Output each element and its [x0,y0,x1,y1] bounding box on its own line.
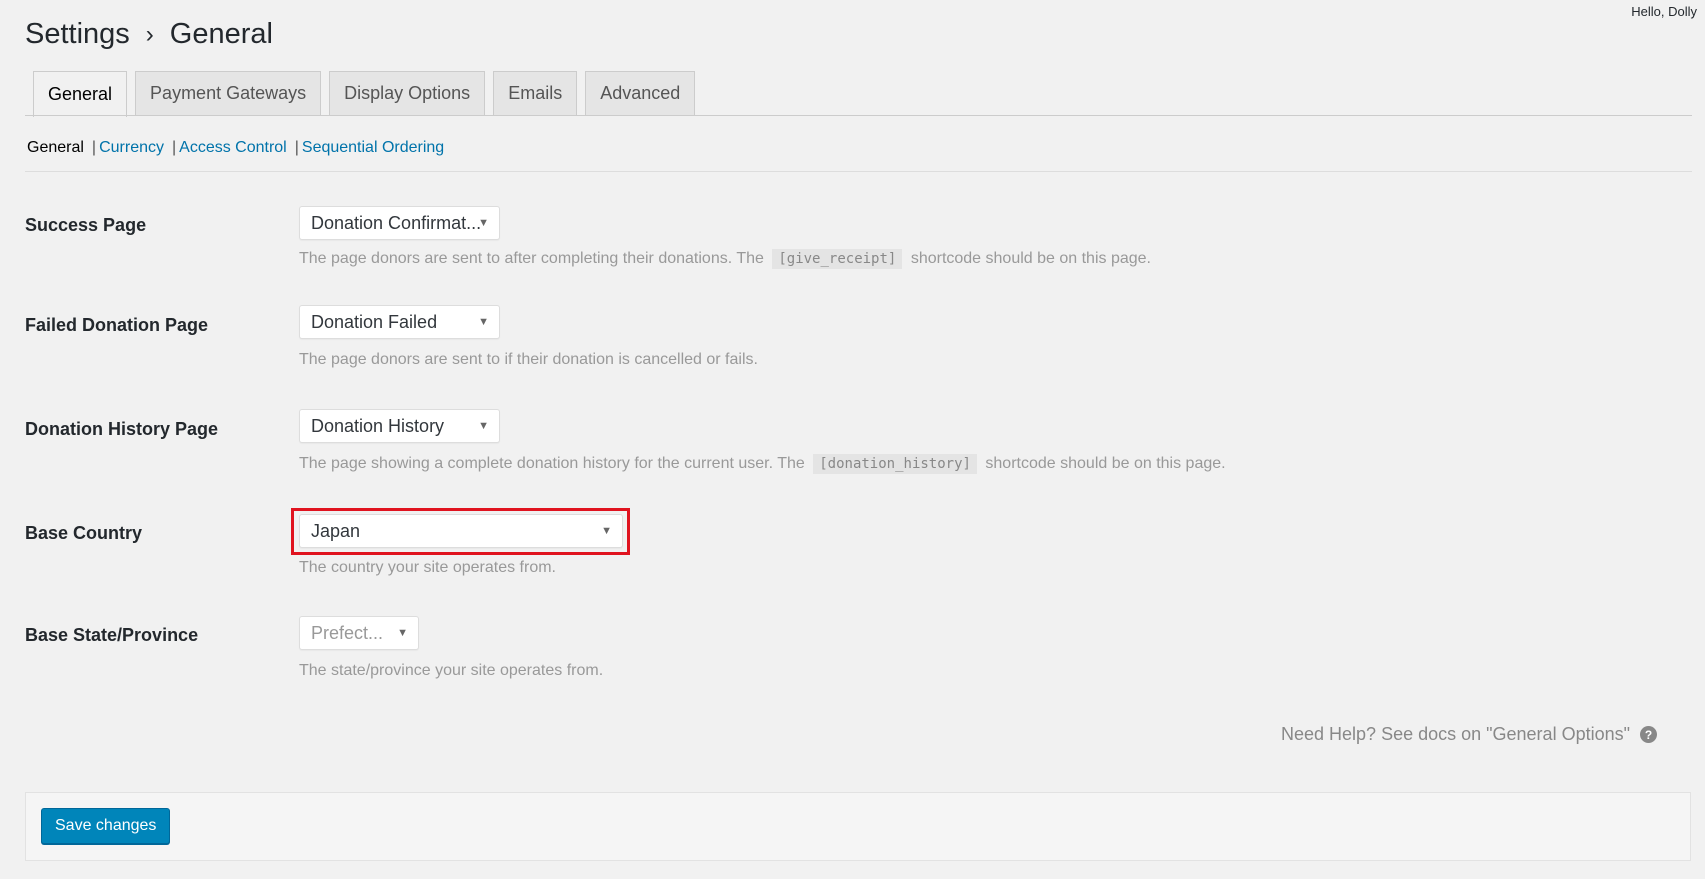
save-changes-button[interactable]: Save changes [41,808,171,844]
base-state-select[interactable]: Prefect... ▼ [299,616,419,650]
base-state-label: Base State/Province [25,625,199,645]
subnav-separator: | [91,139,97,156]
help-docs: Need Help? See docs on "General Options"… [1281,724,1657,745]
dropdown-arrow-icon: ▼ [397,627,408,639]
subnav-separator: | [294,139,299,156]
dropdown-arrow-icon: ▼ [478,420,489,432]
success-page-value: Donation Confirmat... [311,212,482,233]
subnav-access-control-link[interactable]: Access Control [179,139,287,157]
success-page-select[interactable]: Donation Confirmat... ▼ [299,206,500,240]
tab-emails[interactable]: Emails [493,71,578,115]
tab-payment-gateways[interactable]: Payment Gateways [135,71,322,115]
tab-general[interactable]: General [33,71,128,117]
subnav-separator: | [171,139,177,156]
success-page-label: Success Page [25,215,147,235]
give-receipt-shortcode: [give_receipt] [772,249,903,269]
form-footer: Save changes [25,792,1691,861]
section-subnav: General | Currency | Access Control | Se… [27,139,444,157]
dropdown-arrow-icon: ▼ [478,316,489,328]
help-docs-link[interactable]: Need Help? See docs on "General Options" [1281,724,1630,745]
base-state-placeholder: Prefect... [311,622,384,643]
highlight-box [291,508,630,555]
failed-page-description: The page donors are sent to if their don… [299,351,758,368]
success-page-description: The page donors are sent to after comple… [299,249,1151,269]
page-title: Settings › General [25,18,273,51]
subnav-general: General [27,139,84,156]
tab-display-options[interactable]: Display Options [329,71,486,115]
tab-advanced[interactable]: Advanced [585,71,696,115]
history-page-description: The page showing a complete donation his… [299,454,1226,474]
history-page-select[interactable]: Donation History ▼ [299,409,500,443]
subnav-currency-link[interactable]: Currency [99,139,164,157]
base-state-description: The state/province your site operates fr… [299,662,604,679]
subnav-sequential-ordering-link[interactable]: Sequential Ordering [302,139,444,157]
breadcrumb-current: General [169,18,273,50]
history-page-value: Donation History [311,415,445,436]
chevron-right-icon: › [145,20,154,48]
failed-page-value: Donation Failed [311,311,438,332]
donation-history-shortcode: [donation_history] [813,454,977,474]
breadcrumb-settings: Settings [25,18,130,50]
failed-page-select[interactable]: Donation Failed ▼ [299,305,500,339]
base-country-label: Base Country [25,523,143,543]
tab-divider [25,115,1692,116]
question-circle-icon[interactable]: ? [1640,726,1657,743]
history-page-label: Donation History Page [25,419,219,439]
user-greeting[interactable]: Hello, Dolly [1631,4,1697,19]
settings-tabs: General Payment Gateways Display Options… [33,71,696,117]
base-country-description: The country your site operates from. [299,559,556,576]
dropdown-arrow-icon: ▼ [478,217,489,229]
failed-page-label: Failed Donation Page [25,315,209,335]
subnav-divider [25,171,1692,172]
